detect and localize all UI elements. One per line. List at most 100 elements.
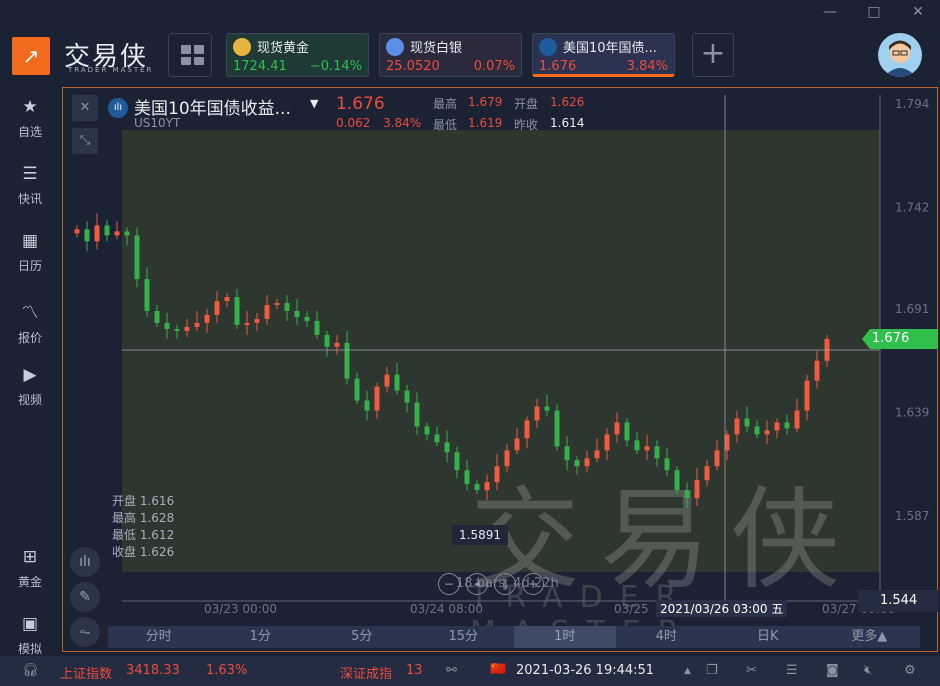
index1-pct: 1.63%	[206, 663, 248, 678]
ohlc-row: 最低 1.612	[112, 527, 174, 544]
candle	[324, 334, 330, 347]
candle	[784, 422, 790, 429]
candle	[134, 235, 140, 280]
list-icon[interactable]: ☰	[786, 663, 798, 678]
candle	[74, 229, 80, 234]
candle	[394, 374, 400, 391]
candle	[254, 318, 260, 323]
settings-icon[interactable]: ⚙	[904, 663, 916, 678]
candle	[204, 314, 210, 323]
candle	[544, 406, 550, 411]
period-tab[interactable]: 分时	[108, 626, 210, 648]
candle	[694, 480, 700, 499]
candle	[524, 420, 530, 439]
y-tick-label: 1.742	[895, 200, 929, 214]
period-tab[interactable]: 1分	[210, 626, 312, 648]
period-tab[interactable]: 5分	[311, 626, 413, 648]
candle	[654, 446, 660, 459]
pencil-icon[interactable]: ✎	[70, 582, 100, 612]
expand-up-icon[interactable]: ▲	[684, 666, 691, 676]
candle	[674, 470, 680, 491]
candle	[584, 458, 590, 467]
candle	[434, 434, 440, 443]
candle	[194, 322, 200, 327]
candle	[114, 231, 120, 236]
candle	[554, 410, 560, 447]
candle	[294, 310, 300, 317]
candle	[464, 470, 470, 485]
candle	[274, 303, 280, 306]
x-tick-label: 03/23 00:00	[204, 602, 277, 616]
mute-icon[interactable]: 🔇︎	[864, 663, 872, 678]
index1-name[interactable]: 上证指数	[60, 663, 112, 682]
candle	[684, 490, 690, 499]
candle	[94, 225, 100, 242]
candle	[734, 418, 740, 435]
candle	[354, 378, 360, 401]
ohlc-key: 开盘	[112, 494, 137, 508]
candle	[444, 442, 450, 453]
ohlc-key: 最低	[112, 528, 137, 542]
headset-icon[interactable]: 🎧︎	[22, 663, 39, 678]
tools-icon[interactable]: ✂	[746, 663, 757, 678]
last-price-tag: 1.676	[862, 329, 938, 349]
candle	[484, 482, 490, 491]
y-tick-label: 1.639	[895, 406, 929, 420]
y-tick-label: 1.691	[895, 302, 929, 316]
ohlc-row: 收盘 1.626	[112, 544, 174, 561]
crosshair-axis-price: 1.544	[858, 590, 938, 612]
clock: 2021-03-26 19:44:51	[516, 663, 655, 678]
index1-value: 3418.33	[126, 663, 180, 678]
camera-icon[interactable]: ◙	[826, 663, 839, 678]
period-tab[interactable]: 1时	[514, 626, 616, 648]
candle	[814, 360, 820, 381]
ohlc-row: 开盘 1.616	[112, 493, 174, 510]
window-icon[interactable]: ❐	[706, 663, 718, 678]
candle	[604, 434, 610, 451]
candle	[304, 316, 310, 321]
candle	[404, 390, 410, 403]
ohlc-key: 收盘	[112, 545, 137, 559]
candle	[344, 342, 350, 379]
candle	[564, 446, 570, 461]
y-tick-label: 1.587	[895, 509, 929, 523]
ohlc-value: 1.612	[139, 528, 175, 542]
candle	[794, 410, 800, 429]
candle	[494, 466, 500, 483]
candle	[84, 229, 90, 242]
ohlc-value: 1.628	[139, 511, 175, 525]
candle	[474, 484, 480, 491]
index2-name[interactable]: 深证成指	[340, 663, 392, 682]
y-tick-label: 1.794	[895, 97, 929, 111]
candle	[574, 460, 580, 467]
candle	[644, 446, 650, 451]
candle	[614, 422, 620, 435]
candle-type-icon[interactable]: ılı	[70, 547, 100, 577]
connection-icon[interactable]: ⚯	[446, 663, 457, 678]
period-tab[interactable]: 15分	[413, 626, 515, 648]
ohlc-value: 1.626	[139, 545, 175, 559]
candle	[514, 438, 520, 451]
ohlc-row: 最高 1.628	[112, 510, 174, 527]
candle	[144, 279, 150, 311]
candle	[104, 225, 110, 236]
candle	[374, 386, 380, 411]
period-tab[interactable]: 更多▲	[819, 626, 921, 648]
period-tab[interactable]: 4时	[616, 626, 718, 648]
ohlc-key: 最高	[112, 511, 137, 525]
candle	[364, 400, 370, 411]
period-tab[interactable]: 日K	[717, 626, 819, 648]
candle	[154, 310, 160, 323]
x-tick-label: 03/24 08:00	[410, 602, 483, 616]
china-flag-icon: 🇨🇳	[490, 662, 507, 677]
candle	[184, 326, 190, 331]
period-tabs: 分时 1分 5分 15分 1时 4时 日K 更多▲	[108, 626, 920, 648]
indicator-icon[interactable]: ⏦	[70, 617, 100, 647]
range-info: 18 bars, 4d 22h	[456, 576, 559, 591]
candle	[624, 422, 630, 441]
candle	[234, 297, 240, 325]
candle	[534, 406, 540, 421]
candle	[214, 301, 220, 315]
candle	[414, 402, 420, 427]
candle	[714, 450, 720, 467]
